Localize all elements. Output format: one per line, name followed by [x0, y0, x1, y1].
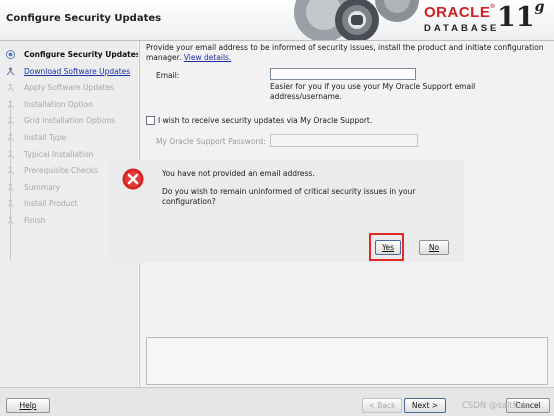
security-updates-checkbox[interactable] [146, 116, 155, 125]
step-pending-icon [7, 216, 14, 225]
yes-button-label: Yes [381, 243, 395, 252]
back-button-label: < Back [368, 401, 396, 410]
next-button[interactable]: Next > [404, 398, 446, 413]
email-label: Email: [156, 71, 180, 80]
oracle-logo: ORACLE® [424, 4, 496, 21]
security-updates-label: I wish to receive security updates via M… [158, 116, 373, 125]
email-field[interactable] [270, 68, 416, 80]
version-logo: 11g [497, 0, 545, 33]
no-button[interactable]: No [419, 240, 449, 255]
sidebar-step-2: Apply Software Updates [0, 80, 136, 96]
sidebar-step-label: Typical Installation [24, 149, 94, 159]
sidebar-step-label: Grid Installation Options [24, 116, 115, 126]
page-title: Configure Security Updates [6, 13, 162, 24]
view-details-link[interactable]: View details. [184, 53, 232, 62]
step-pending-icon [7, 150, 14, 158]
help-button-label: Help [19, 401, 37, 410]
sidebar-step-label: Download Software Updates [24, 66, 131, 76]
footer-bar: Help < Back Next > Cancel CSDN @saltfish [0, 387, 554, 416]
step-pending-icon [7, 100, 14, 109]
email-hint: Easier for you if you use your My Oracle… [270, 82, 476, 101]
dialog-message: You have not provided an email address. [162, 169, 315, 178]
step-pending-icon [7, 183, 14, 192]
sidebar-step-label: Summary [24, 182, 61, 192]
sidebar-step-5: Install Type [0, 130, 136, 146]
sidebar-step-label: Finish [24, 216, 46, 225]
sidebar-step-4: Grid Installation Options [0, 113, 136, 129]
error-icon [122, 168, 144, 190]
step-current-icon [6, 50, 15, 59]
step-pending-icon [7, 83, 14, 92]
step-person-icon [6, 66, 15, 75]
messages-area [146, 337, 548, 385]
intro-text: Provide your email address to be informe… [146, 43, 544, 62]
help-button[interactable]: Help [6, 398, 50, 413]
sidebar-step-label: Configure Security Updates [24, 50, 141, 59]
warning-dialog: You have not provided an email address. … [108, 160, 464, 263]
no-button-label: No [428, 243, 440, 252]
password-field[interactable] [270, 134, 418, 147]
step-pending-icon [7, 133, 14, 142]
sidebar-step-3: Installation Option [0, 97, 136, 113]
sidebar-step-label: Apply Software Updates [24, 83, 115, 93]
back-button[interactable]: < Back [362, 398, 402, 413]
database-wordmark: DATABASE [424, 23, 500, 34]
sidebar-step-1[interactable]: Download Software Updates [0, 64, 136, 80]
gears-logo-icon [294, 0, 419, 40]
dialog-question: Do you wish to remain uninformed of crit… [162, 187, 416, 206]
sidebar-step-label: Install Type [24, 133, 67, 142]
step-pending-icon [7, 199, 14, 208]
sidebar-step-label: Install Product [24, 199, 78, 209]
step-pending-icon [7, 116, 14, 125]
sidebar-step-label: Prerequisite Checks [24, 166, 98, 176]
password-label: My Oracle Support Password: [156, 137, 266, 146]
yes-button[interactable]: Yes [375, 240, 401, 255]
sidebar-step-label: Installation Option [24, 99, 93, 109]
watermark: CSDN @saltfish [462, 401, 528, 411]
sidebar-step-0: Configure Security Updates [0, 47, 140, 63]
step-pending-icon [7, 166, 14, 175]
next-button-label: Next > [411, 401, 439, 410]
window-header: Configure Security Updates ORACLE® DATAB… [0, 0, 554, 41]
